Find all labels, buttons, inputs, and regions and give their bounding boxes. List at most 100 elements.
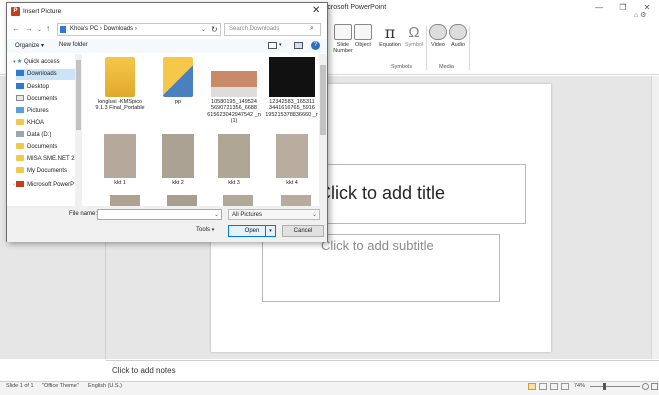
nav-powerpoint[interactable]: › Microsoft PowerP [13,180,79,191]
equation-button[interactable]: π Equation [378,24,402,49]
zoom-in-icon[interactable] [642,383,649,390]
file-item[interactable]: longluxi -KMSpico 9.1.3 Final_Portable [93,57,147,112]
forward-arrow-icon[interactable]: → [25,24,33,33]
nav-label: Desktop [27,84,50,90]
file-item[interactable]: kkt 2 [151,134,205,186]
reading-view-icon[interactable] [550,383,558,390]
nav-documents[interactable]: Documents✦ [16,94,81,105]
vertical-scrollbar[interactable] [651,76,659,359]
nav-misa[interactable]: MISA SME.NET 2 [16,154,81,165]
object-icon [354,24,372,40]
image-thumbnail[interactable] [110,195,140,206]
slide-sorter-icon[interactable] [539,383,547,390]
organize-button[interactable]: Organize ▾ [15,42,44,49]
zoom-level[interactable]: 74% [574,383,585,389]
audio-label: Audio [450,42,466,48]
nav-scrollbar[interactable] [75,54,82,206]
nav-documents-folder[interactable]: Documents [16,142,81,153]
file-type-value: All Pictures [232,212,263,218]
video-icon [429,24,447,40]
file-item[interactable]: 10580195_149524 5690721356_6688 61562304… [207,57,261,124]
image-thumbnail [162,134,194,178]
zoom-slider[interactable] [590,386,640,387]
restore-button[interactable]: ❐ [616,3,630,12]
group-media: Media [439,64,454,70]
change-view-icon[interactable] [268,42,277,49]
nav-scrollbar-thumb[interactable] [76,60,81,130]
nav-label: My Documents [27,168,68,174]
navigation-pane: ▾ ★ Quick access Downloads✦ Desktop✦ Doc… [7,54,82,206]
navigation-row: ← → ⌄ ↑ Khoa's PC › Downloads › ⌄ ↻ Sear… [7,20,327,39]
search-box[interactable]: Search Downloads ⌕ [224,23,321,36]
zoom-slider-thumb[interactable] [603,383,606,390]
slide-number-button[interactable]: Slide Number [333,24,353,54]
chevron-down-icon[interactable]: ⌄ [214,211,219,218]
star-icon: ★ [16,59,23,65]
nav-downloads[interactable]: Downloads✦ [16,69,81,80]
nav-label: KHOA [27,120,45,126]
insert-picture-dialog: P Insert Picture ✕ ← → ⌄ ↑ Khoa's PC › D… [6,2,328,242]
file-item[interactable]: pp [151,57,205,105]
search-input[interactable]: Search Downloads [229,26,279,32]
nav-pictures[interactable]: Pictures✦ [16,106,81,117]
document-icon [16,95,24,102]
normal-view-icon[interactable] [528,383,536,390]
preview-pane-icon[interactable] [294,42,303,49]
file-name-label: File name: [69,211,98,217]
view-options-icon[interactable]: ▾ [279,42,282,48]
nav-khoa[interactable]: KHOA [16,118,81,129]
back-arrow-icon[interactable]: ← [12,24,20,33]
file-item[interactable]: 12342583_165311 3441616765_5916 19521537… [265,57,318,118]
folder-icon [163,57,193,97]
file-type-select[interactable]: All Pictures ⌄ [228,209,320,220]
slideshow-icon[interactable] [561,383,569,390]
file-name: longluxi -KMSpico 9.1.3 Final_Portable [95,99,145,112]
audio-button[interactable]: Audio [448,24,468,48]
image-thumbnail [218,134,250,178]
title-placeholder-text: Click to add title [318,183,446,203]
symbol-button[interactable]: Ω Symbol [403,24,425,48]
address-bar[interactable]: Khoa's PC › Downloads › ⌄ ↻ [57,23,221,36]
image-thumbnail[interactable] [281,195,311,206]
image-thumbnail[interactable] [167,195,197,206]
recent-locations-icon[interactable]: ⌄ [37,26,42,33]
help-icon[interactable]: ? [311,41,320,50]
nav-quick-access[interactable]: ▾ ★ Quick access [13,57,79,68]
slide-number-label: Slide Number [333,42,353,54]
folder-icon [16,155,24,162]
minimize-button[interactable]: — [592,3,606,12]
dialog-close-button[interactable]: ✕ [312,5,320,16]
tools-menu[interactable]: Tools ▾ [196,227,214,233]
file-name: 12342583_165311 3441616765_5916 19521537… [265,99,318,118]
up-arrow-icon[interactable]: ↑ [46,24,50,33]
open-dropdown-icon[interactable]: ▾ [265,226,275,236]
tools-label: Tools [196,227,211,233]
nav-my-documents[interactable]: My Documents [16,166,81,177]
desktop-icon [16,83,24,90]
nav-data-drive[interactable]: Data (D:) [16,130,81,141]
nav-label: Pictures [27,108,49,114]
file-list-scrollbar-thumb[interactable] [320,65,326,135]
fit-slide-icon[interactable] [651,383,658,390]
ribbon-collapse-icon[interactable]: ⌂ ⚙ [634,11,646,19]
notes-pane[interactable] [106,360,659,381]
image-thumbnail [269,57,315,97]
app-title: Microsoft PowerPoint [320,4,387,11]
video-button[interactable]: Video [428,24,448,48]
cancel-button[interactable]: Cancel [282,225,324,237]
open-button[interactable]: Open ▾ [228,225,276,237]
new-folder-button[interactable]: New folder [59,42,88,48]
video-label: Video [431,42,445,48]
file-item[interactable]: kkt 1 [93,134,147,186]
image-thumbnail [211,57,257,97]
status-language[interactable]: English (U.S.) [88,383,122,389]
file-name-input[interactable]: ⌄ [97,209,222,220]
image-thumbnail[interactable] [223,195,253,206]
object-button[interactable]: Object [353,24,373,48]
file-item[interactable]: kkt 3 [207,134,261,186]
refresh-icon[interactable]: ↻ [211,25,218,34]
address-dropdown-icon[interactable]: ⌄ [201,26,206,33]
powerpoint-icon [16,181,25,188]
file-item[interactable]: kkt 4 [265,134,318,186]
nav-desktop[interactable]: Desktop✦ [16,82,81,93]
